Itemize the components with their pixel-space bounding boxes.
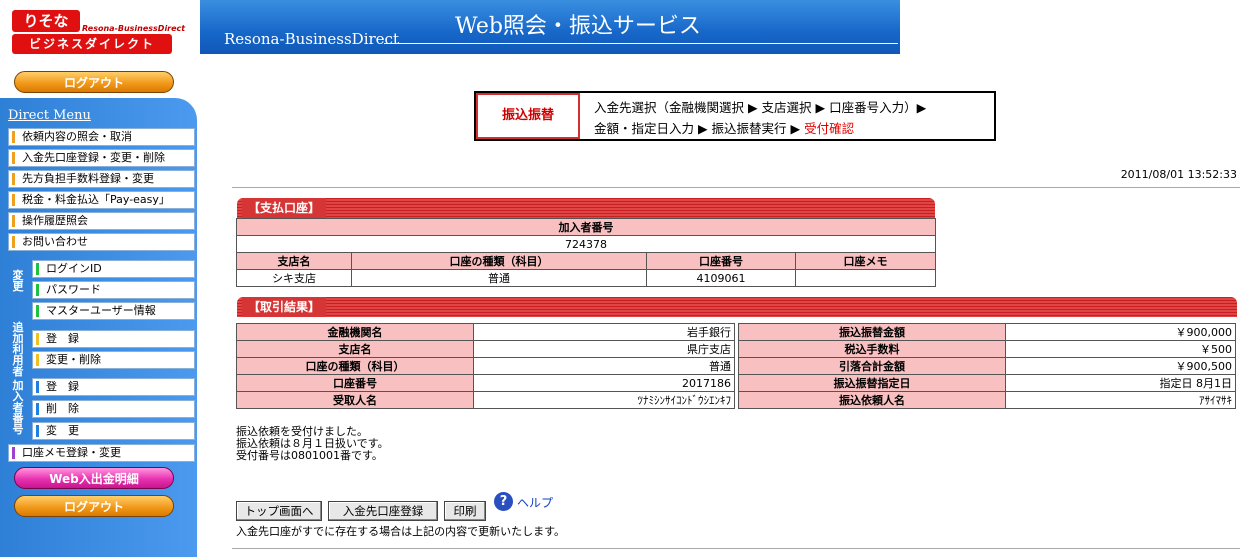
logout-button-bottom[interactable]: ログアウト (14, 495, 174, 517)
payment-type: 普通 (351, 269, 647, 287)
sidebar-item-account-memo[interactable]: 口座メモ登録・変更 (8, 444, 195, 462)
header-banner: Resona-BusinessDirect Web照会・振込サービス (200, 0, 900, 54)
result-value: ￥900,500 (1005, 357, 1236, 375)
result-label: 振込依頼人名 (738, 391, 1006, 409)
result-message: 振込依頼を受付けました。 振込依頼は８月１日扱いです。 受付番号は0801001… (236, 426, 389, 462)
result-label: 金融機関名 (236, 323, 474, 341)
member-number-header: 加入者番号 (236, 218, 936, 236)
result-label: 税込手数料 (738, 340, 1006, 358)
result-value: 普通 (473, 357, 735, 375)
header-subtitle: Resona-BusinessDirect (224, 30, 399, 48)
result-label: 振込振替金額 (738, 323, 1006, 341)
step-line-2: 金額・指定日入力 ▶ 振込振替実行 ▶ 受付確認 (594, 118, 854, 137)
result-value: ﾂﾅﾐｼﾝｻｲｺﾝﾄﾞｳｼｴﾝｷﾌ (473, 391, 735, 409)
result-label: 口座番号 (236, 374, 474, 392)
member-number-value: 724378 (236, 235, 936, 253)
payment-header-branch: 支店名 (236, 252, 352, 270)
member-group-label: 加入者番号 (12, 379, 24, 436)
result-section-title: 【取引結果】 (242, 297, 327, 317)
sidebar-item-member-register[interactable]: 登 録 (32, 378, 195, 396)
result-label: 支店名 (236, 340, 474, 358)
change-group-label: 変更 (12, 269, 24, 293)
divider-bottom (232, 548, 1240, 549)
payee-register-button[interactable]: 入金先口座登録 (328, 501, 438, 521)
help-icon[interactable]: ? (494, 492, 513, 511)
step-current: 受付確認 (804, 121, 855, 136)
sidebar-item-master-user[interactable]: マスターユーザー情報 (32, 302, 195, 320)
sidebar-item-add-user-register[interactable]: 登 録 (32, 330, 195, 348)
sidebar-item-inquiry[interactable]: 依頼内容の照会・取消 (8, 128, 195, 146)
step-line-2-prefix: 金額・指定日入力 ▶ 振込振替実行 ▶ (594, 121, 805, 136)
result-table-right: 振込振替金額 ￥900,000 税込手数料 ￥500 引落合計金額 ￥900,500 … (738, 323, 1236, 409)
sidebar-item-payee-register[interactable]: 入金先口座登録・変更・削除 (8, 149, 195, 167)
logo: りそな Resona-BusinessDirect ビジネスダイレクト (0, 0, 200, 66)
sidebar-item-contact[interactable]: お問い合わせ (8, 233, 195, 251)
update-note: 入金先口座がすでに存在する場合は上記の内容で更新いたします。 (236, 525, 566, 538)
payment-header-memo: 口座メモ (795, 252, 936, 270)
payment-section-title: 【支払口座】 (242, 198, 327, 218)
logo-product: ビジネスダイレクト (12, 34, 172, 54)
header-divider (384, 43, 898, 44)
message-line: 受付番号は0801001番です。 (236, 449, 383, 462)
print-button[interactable]: 印刷 (444, 501, 486, 521)
page-title: Web照会・振込サービス (455, 14, 701, 39)
result-value: ｱｻｲﾏｻｷ (1005, 391, 1236, 409)
add-user-group-label: 追加利用者 (12, 321, 24, 378)
sidebar-item-member-edit[interactable]: 変 更 (32, 422, 195, 440)
result-label: 引落合計金額 (738, 357, 1006, 375)
payment-section-header: 【支払口座】 (237, 198, 935, 218)
result-value: ￥900,000 (1005, 323, 1236, 341)
result-section-header: 【取引結果】 (237, 297, 1237, 317)
logout-button-top[interactable]: ログアウト (14, 71, 174, 93)
result-value: 2017186 (473, 374, 735, 392)
sidebar-item-member-delete[interactable]: 削 除 (32, 400, 195, 418)
sidebar-item-password[interactable]: パスワード (32, 281, 195, 299)
direct-menu-title: Direct Menu (8, 108, 91, 123)
result-label: 振込振替指定日 (738, 374, 1006, 392)
result-value: 県庁支店 (473, 340, 735, 358)
payment-number: 4109061 (646, 269, 796, 287)
payment-header-number: 口座番号 (646, 252, 796, 270)
sidebar-item-fee-register[interactable]: 先方負担手数料登録・変更 (8, 170, 195, 188)
logo-brand: りそな (12, 10, 80, 32)
sidebar-item-login-id[interactable]: ログインID (32, 260, 195, 278)
step-badge: 振込振替 (476, 93, 580, 139)
divider-top (232, 187, 1240, 188)
result-table-left: 金融機関名 岩手銀行 支店名 県庁支店 口座の種類（科目） 普通 口座番号 201718… (236, 323, 735, 409)
help-link[interactable]: ヘルプ (517, 494, 553, 511)
result-label: 口座の種類（科目） (236, 357, 474, 375)
step-indicator: 振込振替 入金先選択（金融機関選択 ▶ 支店選択 ▶ 口座番号入力）▶ 金額・指… (474, 91, 996, 141)
datetime: 2011/08/01 13:52:33 (1120, 168, 1237, 181)
logo-sub: Resona-BusinessDirect (82, 24, 186, 33)
result-value: 指定日 8月1日 (1005, 374, 1236, 392)
step-line-1: 入金先選択（金融機関選択 ▶ 支店選択 ▶ 口座番号入力）▶ (594, 100, 927, 115)
payment-branch: シキ支店 (236, 269, 352, 287)
sidebar-item-pay-easy[interactable]: 税金・料金払込「Pay-easy」 (8, 191, 195, 209)
sidebar-item-add-user-edit[interactable]: 変更・削除 (32, 351, 195, 369)
sidebar-item-history[interactable]: 操作履歴照会 (8, 212, 195, 230)
top-page-button[interactable]: トップ画面へ (236, 501, 322, 521)
result-value: 岩手銀行 (473, 323, 735, 341)
result-value: ￥500 (1005, 340, 1236, 358)
web-statement-button[interactable]: Web入出金明細 (14, 467, 174, 489)
payment-table: 加入者番号 724378 支店名 口座の種類（科目） 口座番号 口座メモ シキ支… (236, 218, 936, 287)
payment-header-type: 口座の種類（科目） (351, 252, 647, 270)
result-label: 受取人名 (236, 391, 474, 409)
payment-memo (795, 269, 936, 287)
